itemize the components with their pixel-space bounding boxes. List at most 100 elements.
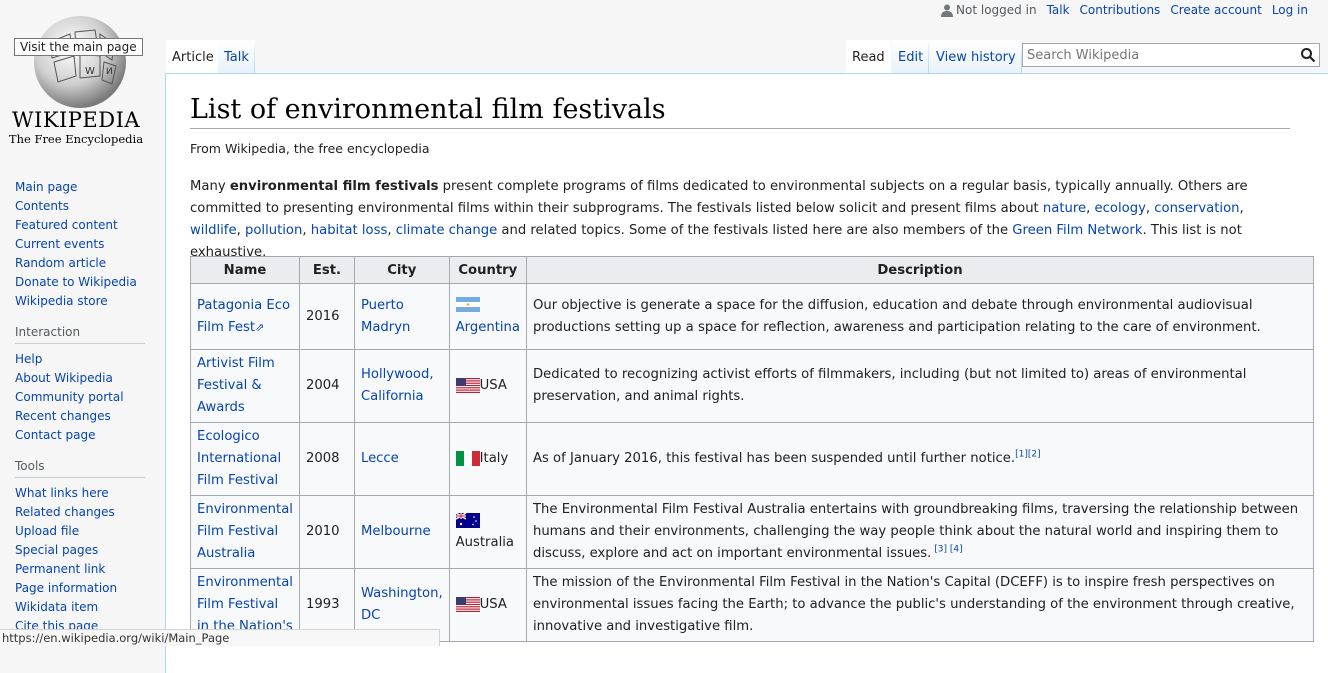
flag-argentina-icon xyxy=(455,297,480,313)
interaction-heading: Interaction xyxy=(15,325,145,344)
cell-name: Patagonia Eco Film Fest⇗ xyxy=(190,283,300,350)
log-in-link[interactable]: Log in xyxy=(1272,3,1308,17)
link-pollution[interactable]: pollution xyxy=(245,223,302,238)
link-climate-change[interactable]: climate change xyxy=(396,223,498,238)
sidebar-item-link[interactable]: Help xyxy=(15,352,42,366)
sidebar-item-link[interactable]: Community portal xyxy=(15,390,124,404)
sidebar-item-link[interactable]: Contact page xyxy=(15,428,95,442)
link-conservation[interactable]: conservation xyxy=(1154,201,1239,216)
create-account-link[interactable]: Create account xyxy=(1170,3,1262,17)
search-icon[interactable] xyxy=(1300,47,1316,63)
sidebar-item-page-information[interactable]: Page information xyxy=(15,579,160,598)
sidebar-item-current-events[interactable]: Current events xyxy=(15,235,160,254)
sidebar-item-what-links-here[interactable]: What links here xyxy=(15,484,160,503)
cell-city: Hollywood, California xyxy=(353,349,450,423)
browser-status-bar: https://en.wikipedia.org/wiki/Main_Page xyxy=(0,629,440,646)
city-link[interactable]: Washington, DC xyxy=(361,586,443,623)
link-green-film-network[interactable]: Green Film Network xyxy=(1012,223,1142,238)
sidebar-item-upload-file[interactable]: Upload file xyxy=(15,522,160,541)
sidebar-item-featured-content[interactable]: Featured content xyxy=(15,216,160,235)
talk-link[interactable]: Talk xyxy=(1047,3,1070,17)
sidebar-item-link[interactable]: Donate to Wikipedia xyxy=(15,275,137,289)
link-habitat-loss[interactable]: habitat loss xyxy=(311,223,388,238)
sidebar-item-wikidata-item[interactable]: Wikidata item xyxy=(15,598,160,617)
sidebar-item-recent-changes[interactable]: Recent changes xyxy=(15,407,160,426)
tab-edit-label[interactable]: Edit xyxy=(898,50,923,65)
city-link[interactable]: Hollywood, California xyxy=(361,367,434,404)
festival-name-link[interactable]: Artivist Film Festival & Awards xyxy=(197,356,275,415)
sidebar-item-permanent-link[interactable]: Permanent link xyxy=(15,560,160,579)
sidebar-item-link[interactable]: Related changes xyxy=(15,505,115,519)
sidebar-item-random-article[interactable]: Random article xyxy=(15,254,160,273)
sidebar-item-link[interactable]: Contents xyxy=(15,199,69,213)
tab-history-label[interactable]: View history xyxy=(936,50,1016,65)
sidebar-item-link[interactable]: Wikidata item xyxy=(15,600,98,614)
col-est[interactable]: Est. xyxy=(298,256,355,284)
cell-description: The Environmental Film Festival Australi… xyxy=(525,495,1315,569)
sidebar-item-donate-to-wikipedia[interactable]: Donate to Wikipedia xyxy=(15,273,160,292)
col-description[interactable]: Description xyxy=(525,256,1315,284)
col-city[interactable]: City xyxy=(353,256,450,284)
tab-edit[interactable]: Edit xyxy=(892,40,929,73)
city-link[interactable]: Puerto Madryn xyxy=(361,298,410,335)
reference-link[interactable]: [3] [4] xyxy=(931,545,962,555)
tab-article[interactable]: Article xyxy=(166,40,220,73)
sidebar-item-main-page[interactable]: Main page xyxy=(15,178,160,197)
sidebar-item-contents[interactable]: Contents xyxy=(15,197,160,216)
cell-country: USA xyxy=(448,349,527,423)
cell-city: Melbourne xyxy=(353,495,450,569)
tab-view-history[interactable]: View history xyxy=(930,40,1022,73)
reference-link[interactable]: [1][2] xyxy=(1015,450,1041,460)
sidebar-item-link[interactable]: Upload file xyxy=(15,524,79,538)
sidebar-item-link[interactable]: Random article xyxy=(15,256,106,270)
sidebar-item-related-changes[interactable]: Related changes xyxy=(15,503,160,522)
sidebar-item-about-wikipedia[interactable]: About Wikipedia xyxy=(15,369,160,388)
city-link[interactable]: Melbourne xyxy=(361,524,431,539)
sidebar-item-contact-page[interactable]: Contact page xyxy=(15,426,160,445)
sidebar-item-help[interactable]: Help xyxy=(15,350,160,369)
cell-description: Our objective is generate a space for th… xyxy=(525,283,1315,350)
link-wildlife[interactable]: wildlife xyxy=(190,223,237,238)
wikipedia-logo[interactable]: Ω W И Visit the main page WIKIPEDIA The … xyxy=(0,0,160,160)
search-input[interactable] xyxy=(1022,43,1320,67)
external-link-icon: ⇗ xyxy=(255,320,265,334)
col-country[interactable]: Country xyxy=(448,256,527,284)
sidebar-item-link[interactable]: Recent changes xyxy=(15,409,111,423)
cell-est: 2008 xyxy=(298,422,355,496)
festival-name-link[interactable]: Patagonia Eco Film Fest xyxy=(197,298,290,335)
contributions-link[interactable]: Contributions xyxy=(1080,3,1161,17)
city-link[interactable]: Lecce xyxy=(361,451,399,466)
page-title: List of environmental film festivals xyxy=(190,94,1290,129)
sidebar-item-link[interactable]: Page information xyxy=(15,581,117,595)
tab-talk-label[interactable]: Talk xyxy=(224,50,249,65)
logo-tooltip: Visit the main page xyxy=(14,38,143,56)
flag-italy-icon xyxy=(455,450,480,466)
link-ecology[interactable]: ecology xyxy=(1095,201,1146,216)
sidebar-item-link[interactable]: About Wikipedia xyxy=(15,371,113,385)
sidebar-item-link[interactable]: Special pages xyxy=(15,543,98,557)
cell-est: 2010 xyxy=(298,495,355,569)
sidebar-item-link[interactable]: Main page xyxy=(15,180,77,194)
festival-name-link[interactable]: Environmental Film Festival Australia xyxy=(197,502,293,561)
col-name[interactable]: Name xyxy=(190,256,300,284)
table-row: Ecologico International Film Festival 200… xyxy=(190,422,1315,496)
festival-name-link[interactable]: Environmental Film Festival in the Natio… xyxy=(197,575,293,634)
cell-description: Dedicated to recognizing activist effort… xyxy=(525,349,1315,423)
user-icon xyxy=(941,4,954,17)
link-nature[interactable]: nature xyxy=(1043,201,1086,216)
sidebar-item-special-pages[interactable]: Special pages xyxy=(15,541,160,560)
sidebar-item-link[interactable]: Wikipedia store xyxy=(15,294,108,308)
sidebar-item-community-portal[interactable]: Community portal xyxy=(15,388,160,407)
tab-talk[interactable]: Talk xyxy=(218,40,255,73)
festival-name-link[interactable]: Ecologico International Film Festival xyxy=(197,429,281,488)
sidebar-item-link[interactable]: Permanent link xyxy=(15,562,105,576)
sidebar-item-link[interactable]: Current events xyxy=(15,237,104,251)
sidebar-item-link[interactable]: What links here xyxy=(15,486,109,500)
tab-read[interactable]: Read xyxy=(846,40,891,73)
svg-text:И: И xyxy=(106,67,113,77)
country-name[interactable]: Argentina xyxy=(456,320,520,335)
sidebar-item-link[interactable]: Featured content xyxy=(15,218,118,232)
cell-country: USA xyxy=(448,568,527,642)
country-name: USA xyxy=(479,378,507,393)
sidebar-item-wikipedia-store[interactable]: Wikipedia store xyxy=(15,292,160,311)
